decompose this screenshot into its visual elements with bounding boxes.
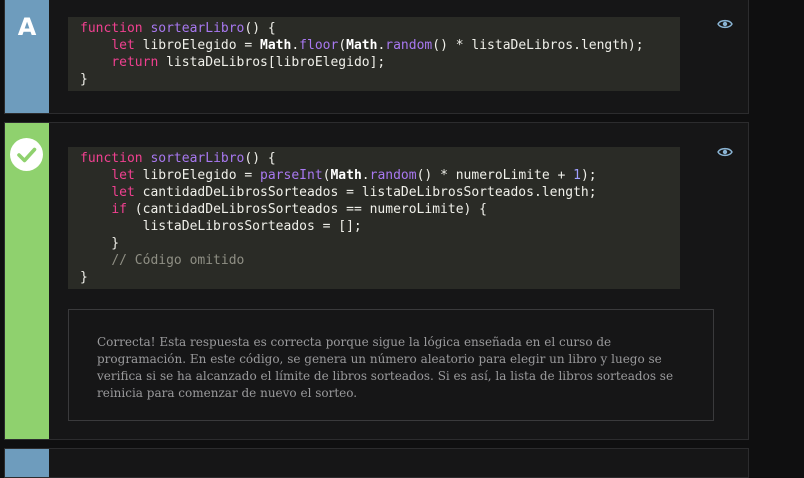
option-letter: A	[17, 13, 37, 41]
code-token: random	[385, 38, 433, 53]
option-c-marker	[5, 449, 49, 477]
code-token: let	[111, 38, 143, 53]
code-token: }	[80, 236, 120, 251]
code-token: listaDeLibrosSorteados = [];	[80, 219, 362, 234]
code-line: function sortearLibro() {	[80, 20, 680, 37]
code-token: return	[111, 55, 167, 70]
code-line: function sortearLibro() {	[80, 150, 680, 167]
answer-option-c[interactable]	[4, 448, 749, 478]
eye-icon[interactable]	[717, 18, 733, 30]
code-token: Math	[330, 168, 362, 183]
check-icon	[10, 138, 43, 171]
code-token: Math	[260, 38, 292, 53]
code-token: function	[80, 21, 151, 36]
code-token: libroElegido =	[142, 38, 261, 53]
code-line: return listaDeLibros[libroElegido];	[80, 54, 680, 71]
answer-option-a[interactable]: A function sortearLibro() { let libroEle…	[4, 0, 749, 114]
answer-feedback: Correcta! Esta respuesta es correcta por…	[68, 309, 714, 421]
code-token: sortearLibro	[150, 151, 245, 166]
code-token: .	[361, 168, 370, 183]
answer-option-b[interactable]: function sortearLibro() { let libroElegi…	[4, 122, 749, 440]
code-token: libroElegido =	[142, 168, 261, 183]
code-line: }	[80, 71, 680, 88]
code-token: let	[111, 168, 143, 183]
code-token: () * listaDeLibros.length);	[432, 38, 644, 53]
code-token: sortearLibro	[150, 21, 245, 36]
code-line: let cantidadDeLibrosSorteados = listaDeL…	[80, 184, 680, 201]
code-token: (	[338, 38, 347, 53]
code-token: function	[80, 151, 151, 166]
code-block: function sortearLibro() { let libroElegi…	[68, 17, 680, 91]
code-token: 1	[573, 168, 581, 183]
code-token: parseInt	[260, 168, 323, 183]
code-line: let libroElegido = Math.floor(Math.rando…	[80, 37, 680, 54]
code-line: }	[80, 269, 680, 286]
code-line: if (cantidadDeLibrosSorteados == numeroL…	[80, 201, 680, 218]
code-token: Math	[346, 38, 378, 53]
code-line: // Código omitido	[80, 252, 680, 269]
code-token: cantidadDeLibrosSorteados = listaDeLibro…	[142, 185, 597, 200]
eye-icon[interactable]	[717, 146, 733, 158]
code-token: () {	[244, 21, 276, 36]
code-token: random	[369, 168, 417, 183]
code-token: let	[111, 185, 143, 200]
code-token: listaDeLibros[libroElegido];	[166, 55, 386, 70]
option-a-marker: A	[5, 0, 49, 113]
code-token: .	[291, 38, 300, 53]
code-token: () * numeroLimite +	[416, 168, 574, 183]
code-token: floor	[299, 38, 339, 53]
code-line: listaDeLibrosSorteados = [];	[80, 218, 680, 235]
code-line: }	[80, 235, 680, 252]
code-block: function sortearLibro() { let libroElegi…	[68, 147, 680, 289]
code-token: // Código omitido	[111, 253, 245, 268]
code-token: );	[580, 168, 597, 183]
option-b-marker	[5, 123, 49, 439]
code-token: }	[80, 270, 88, 285]
code-token: if	[111, 202, 135, 217]
code-token: (cantidadDeLibrosSorteados == numeroLimi…	[134, 202, 487, 217]
code-token: }	[80, 72, 88, 87]
code-line: let libroElegido = parseInt(Math.random(…	[80, 167, 680, 184]
code-token: () {	[244, 151, 276, 166]
